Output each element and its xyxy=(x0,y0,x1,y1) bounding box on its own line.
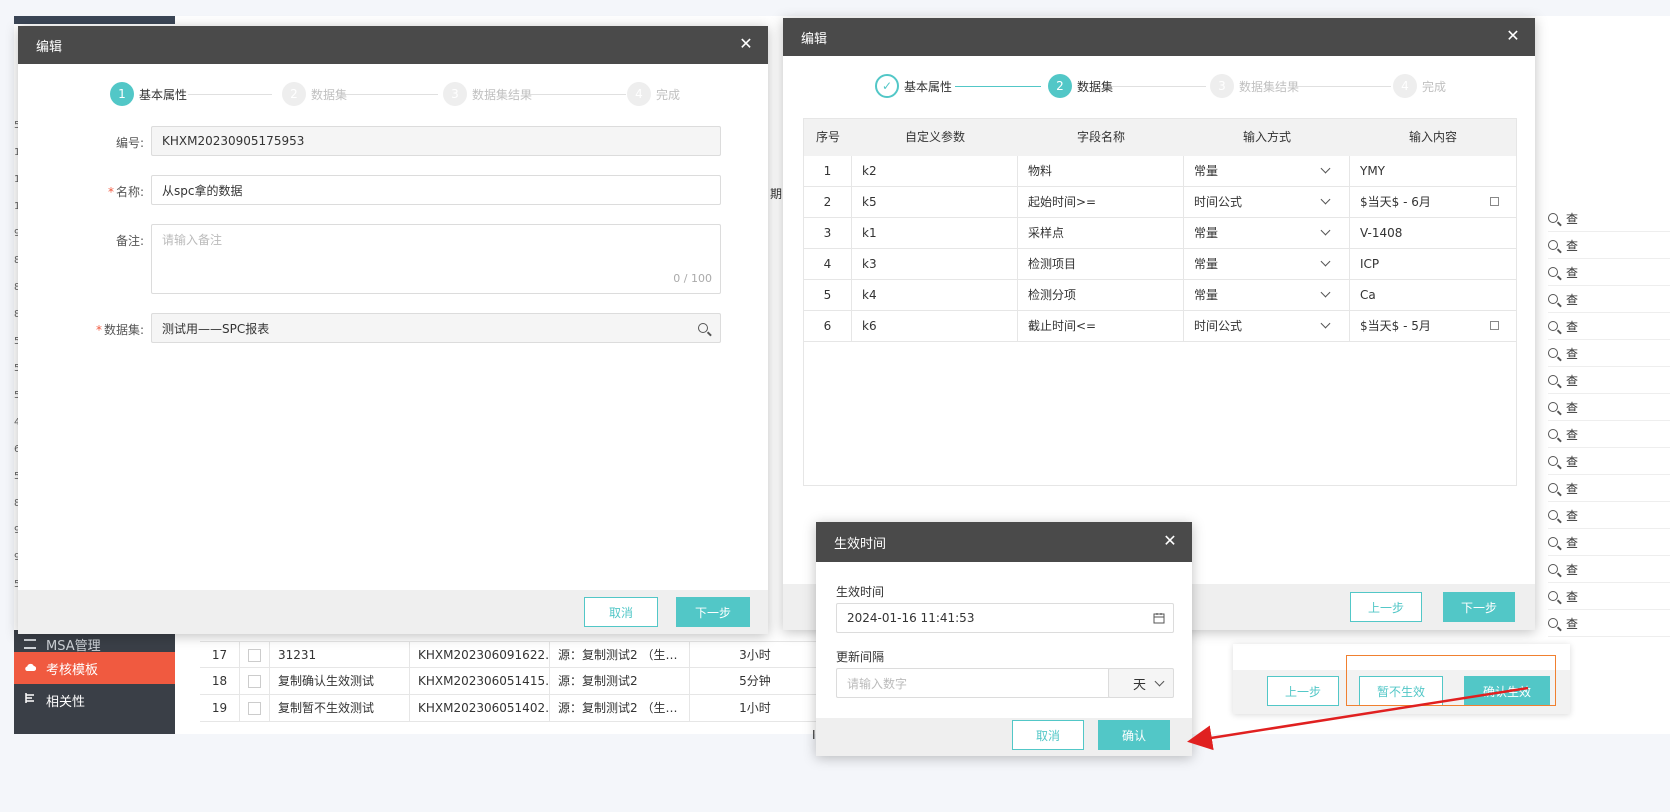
annotation-arrow xyxy=(1187,686,1529,751)
